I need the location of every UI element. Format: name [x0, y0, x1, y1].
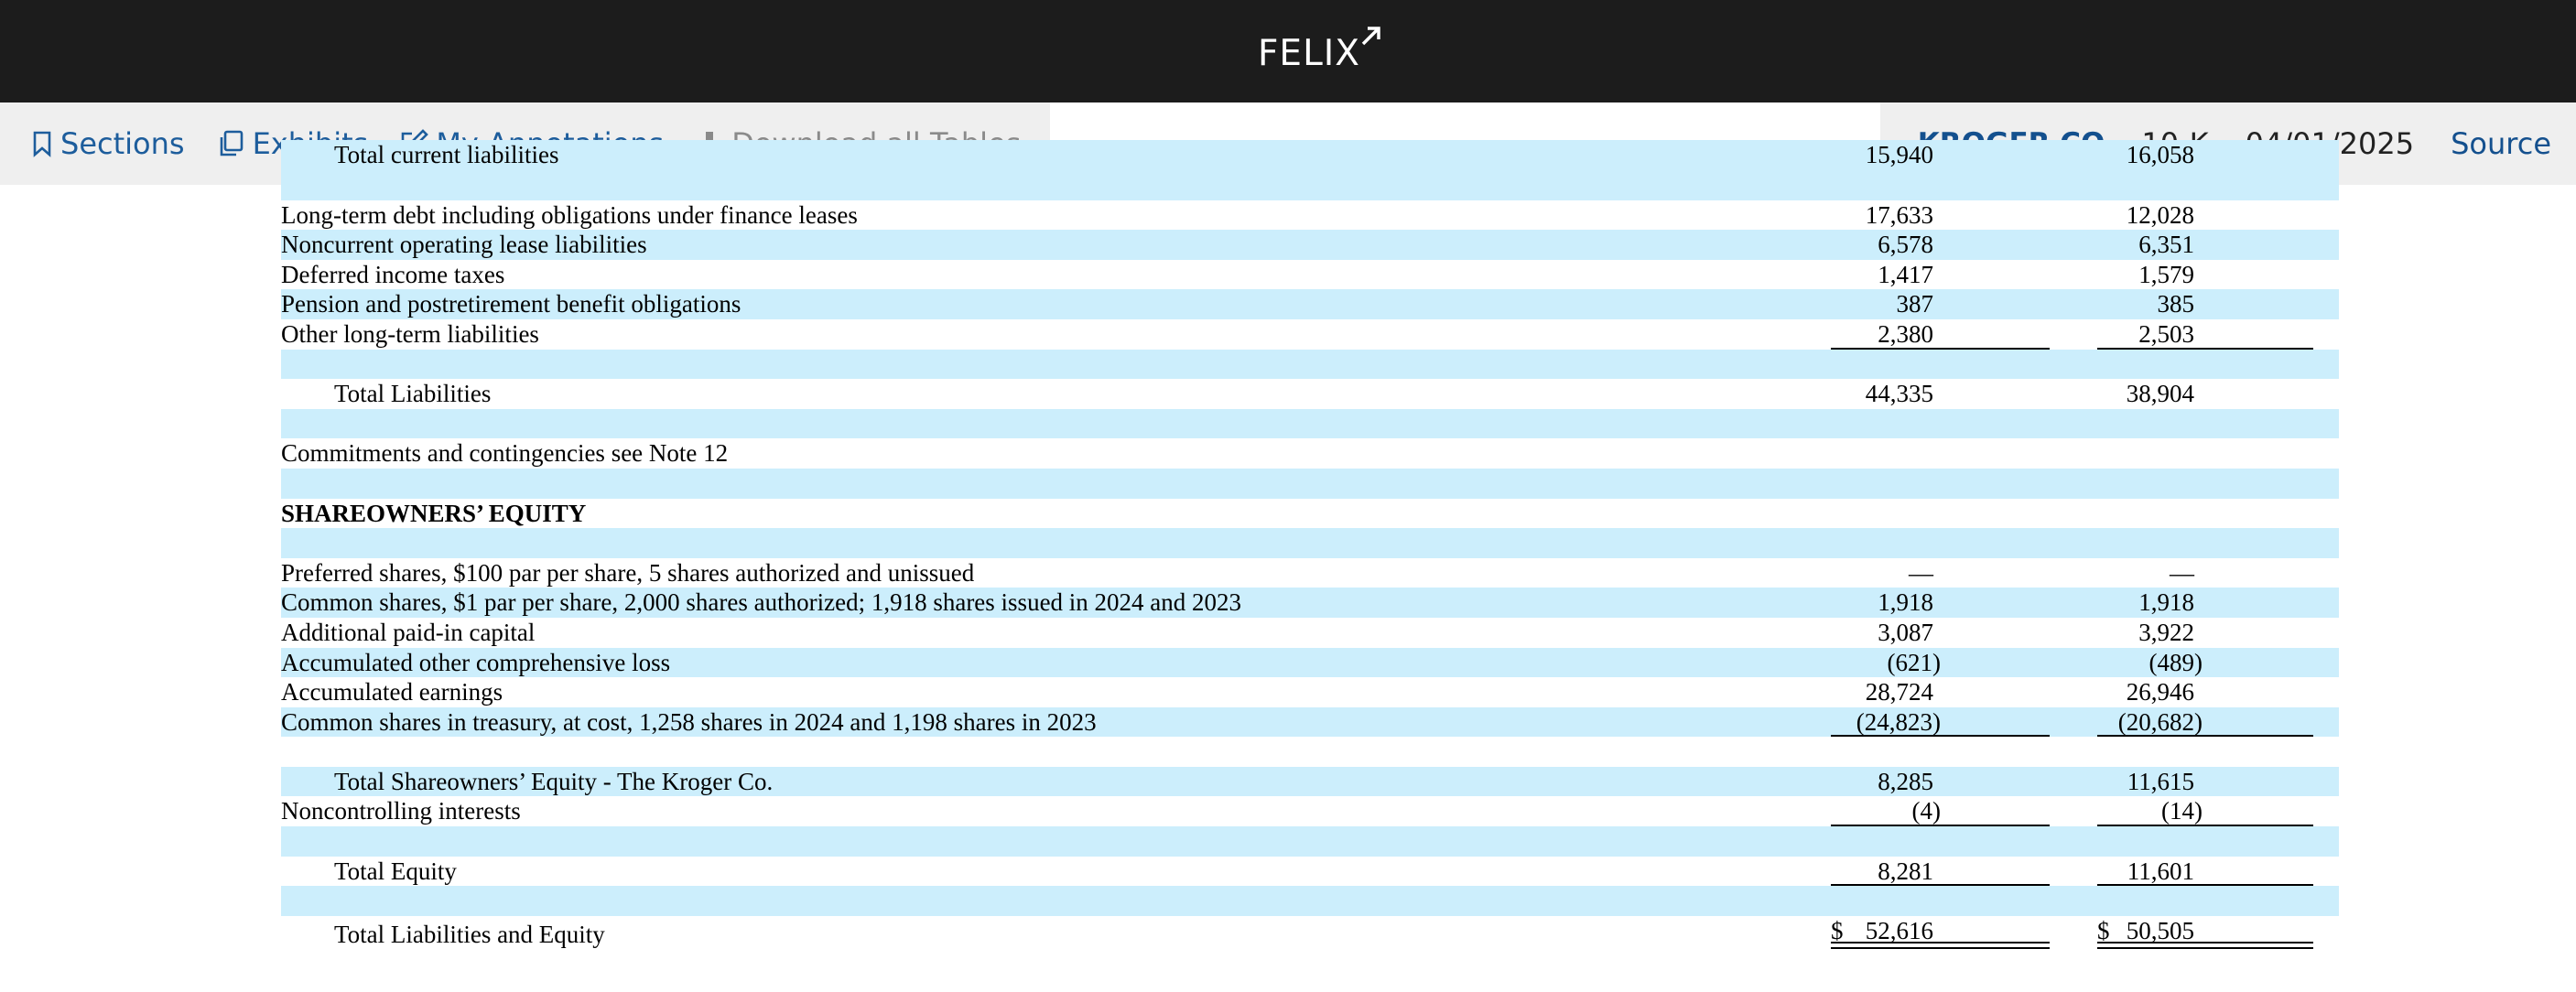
row-label: Other long-term liabilities	[281, 319, 539, 348]
value-2023: 26,946	[2126, 678, 2194, 706]
table-row: Pension and postretirement benefit oblig…	[281, 289, 2339, 319]
value-2024: 3,087	[1878, 618, 1933, 646]
row-label: Deferred income taxes	[281, 260, 505, 288]
row-label: Pension and postretirement benefit oblig…	[281, 290, 741, 318]
table-row	[281, 170, 2339, 200]
value-2023: 11,601	[2127, 857, 2194, 885]
sections-label: Sections	[60, 126, 185, 161]
row-label: Accumulated other comprehensive loss	[281, 648, 671, 676]
logo-text: FELIX	[1258, 33, 1361, 74]
table-row: Additional paid-in capital 3,087 3,922	[281, 618, 2339, 648]
value-2024: 8,285	[1878, 767, 1933, 795]
table-row	[281, 826, 2339, 857]
value-2024: 2,380	[1878, 319, 1933, 348]
value-2023: 11,615	[2127, 767, 2194, 795]
arrow-up-right-icon	[1361, 27, 1380, 46]
copy-icon	[220, 130, 243, 156]
balance-sheet-table: Total current liabilities 15,940 16,058 …	[281, 140, 2339, 949]
table-row	[281, 886, 2339, 916]
table-row: Total Shareowners’ Equity - The Kroger C…	[281, 766, 2339, 797]
row-label: Accumulated earnings	[281, 678, 503, 706]
table-row: Other long-term liabilities 2,380 2,503	[281, 319, 2339, 350]
value-2023: 1,918	[2138, 588, 2194, 617]
table-row: Total Liabilities 44,335 38,904	[281, 379, 2339, 409]
table-row	[281, 737, 2339, 767]
table-row: Accumulated other comprehensive loss (62…	[281, 647, 2339, 678]
row-label: Additional paid-in capital	[281, 618, 536, 646]
value-2024: (4)	[1911, 797, 1941, 825]
table-row: Deferred income taxes 1,417 1,579	[281, 260, 2339, 290]
value-2023: 3,922	[2138, 618, 2194, 646]
row-label: Common shares in treasury, at cost, 1,25…	[281, 707, 1097, 736]
sections-button[interactable]: Sections	[31, 126, 185, 161]
felix-logo[interactable]: FELIX	[1258, 27, 1382, 77]
row-label: Common shares, $1 par per share, 2,000 s…	[281, 588, 1242, 617]
table-row: Common shares, $1 par per share, 2,000 s…	[281, 588, 2339, 618]
row-label: Preferred shares, $100 par per share, 5 …	[281, 558, 975, 587]
bookmark-icon	[33, 131, 51, 157]
row-label: Total Liabilities and Equity	[334, 920, 605, 948]
row-label: Total Liabilities	[334, 380, 492, 408]
section-heading: SHAREOWNERS’ EQUITY	[281, 499, 587, 527]
table-row: Noncontrolling interests (4) (14)	[281, 796, 2339, 827]
value-2024: 15,940	[1865, 141, 1933, 169]
table-row: Total Equity 8,281 11,601	[281, 857, 2339, 887]
value-2023: 38,904	[2126, 380, 2194, 408]
total-double-underline	[1831, 941, 2050, 949]
value-2023: 385	[2157, 290, 2195, 318]
row-label: Total Shareowners’ Equity - The Kroger C…	[334, 767, 774, 795]
row-label: Noncontrolling interests	[281, 797, 521, 825]
value-2023: —	[2170, 558, 2194, 587]
row-label: Commitments and contingencies see Note 1…	[281, 439, 729, 468]
value-2024: 17,633	[1865, 200, 1933, 229]
table-row: Commitments and contingencies see Note 1…	[281, 438, 2339, 469]
value-2023: 2,503	[2138, 319, 2194, 348]
value-2023: (20,682)	[2117, 707, 2203, 736]
value-2023: 12,028	[2126, 200, 2194, 229]
top-brand-bar: FELIX	[0, 0, 2576, 102]
value-2024: 1,918	[1878, 588, 1933, 617]
table-row	[281, 528, 2339, 558]
total-double-underline	[2097, 941, 2313, 949]
value-2024: 6,578	[1878, 231, 1933, 259]
table-row: Total current liabilities 15,940 16,058	[281, 140, 2339, 170]
table-row	[281, 468, 2339, 499]
source-link[interactable]: Source	[2451, 126, 2551, 161]
table-row: Long-term debt including obligations und…	[281, 200, 2339, 231]
value-2024: 28,724	[1865, 678, 1933, 706]
row-label: Long-term debt including obligations und…	[281, 200, 858, 229]
value-2023: 1,579	[2138, 260, 2194, 288]
table-row	[281, 408, 2339, 439]
table-row: Preferred shares, $100 par per share, 5 …	[281, 558, 2339, 588]
table-row: SHAREOWNERS’ EQUITY	[281, 499, 2339, 529]
row-label: Noncurrent operating lease liabilities	[281, 231, 647, 259]
table-row: Noncurrent operating lease liabilities 6…	[281, 230, 2339, 260]
value-2023: 6,351	[2138, 231, 2194, 259]
table-row: Total Liabilities and Equity $ 52,616 $ …	[281, 916, 2339, 949]
table-row	[281, 349, 2339, 380]
value-2024: 8,281	[1878, 857, 1933, 885]
table-row: Accumulated earnings 28,724 26,946	[281, 677, 2339, 707]
value-2024: (24,823)	[1856, 707, 1941, 736]
value-2024: 44,335	[1865, 380, 1933, 408]
row-label: Total current liabilities	[334, 141, 559, 169]
value-2024: (621)	[1887, 648, 1941, 676]
table-row: Common shares in treasury, at cost, 1,25…	[281, 706, 2339, 738]
row-label: Total Equity	[334, 857, 457, 885]
value-2023: (489)	[2148, 648, 2203, 676]
value-2023: 16,058	[2126, 141, 2194, 169]
value-2023: (14)	[2161, 797, 2203, 825]
value-2024: —	[1909, 558, 1933, 587]
value-2024: 1,417	[1878, 260, 1933, 288]
value-2024: 387	[1896, 290, 1934, 318]
